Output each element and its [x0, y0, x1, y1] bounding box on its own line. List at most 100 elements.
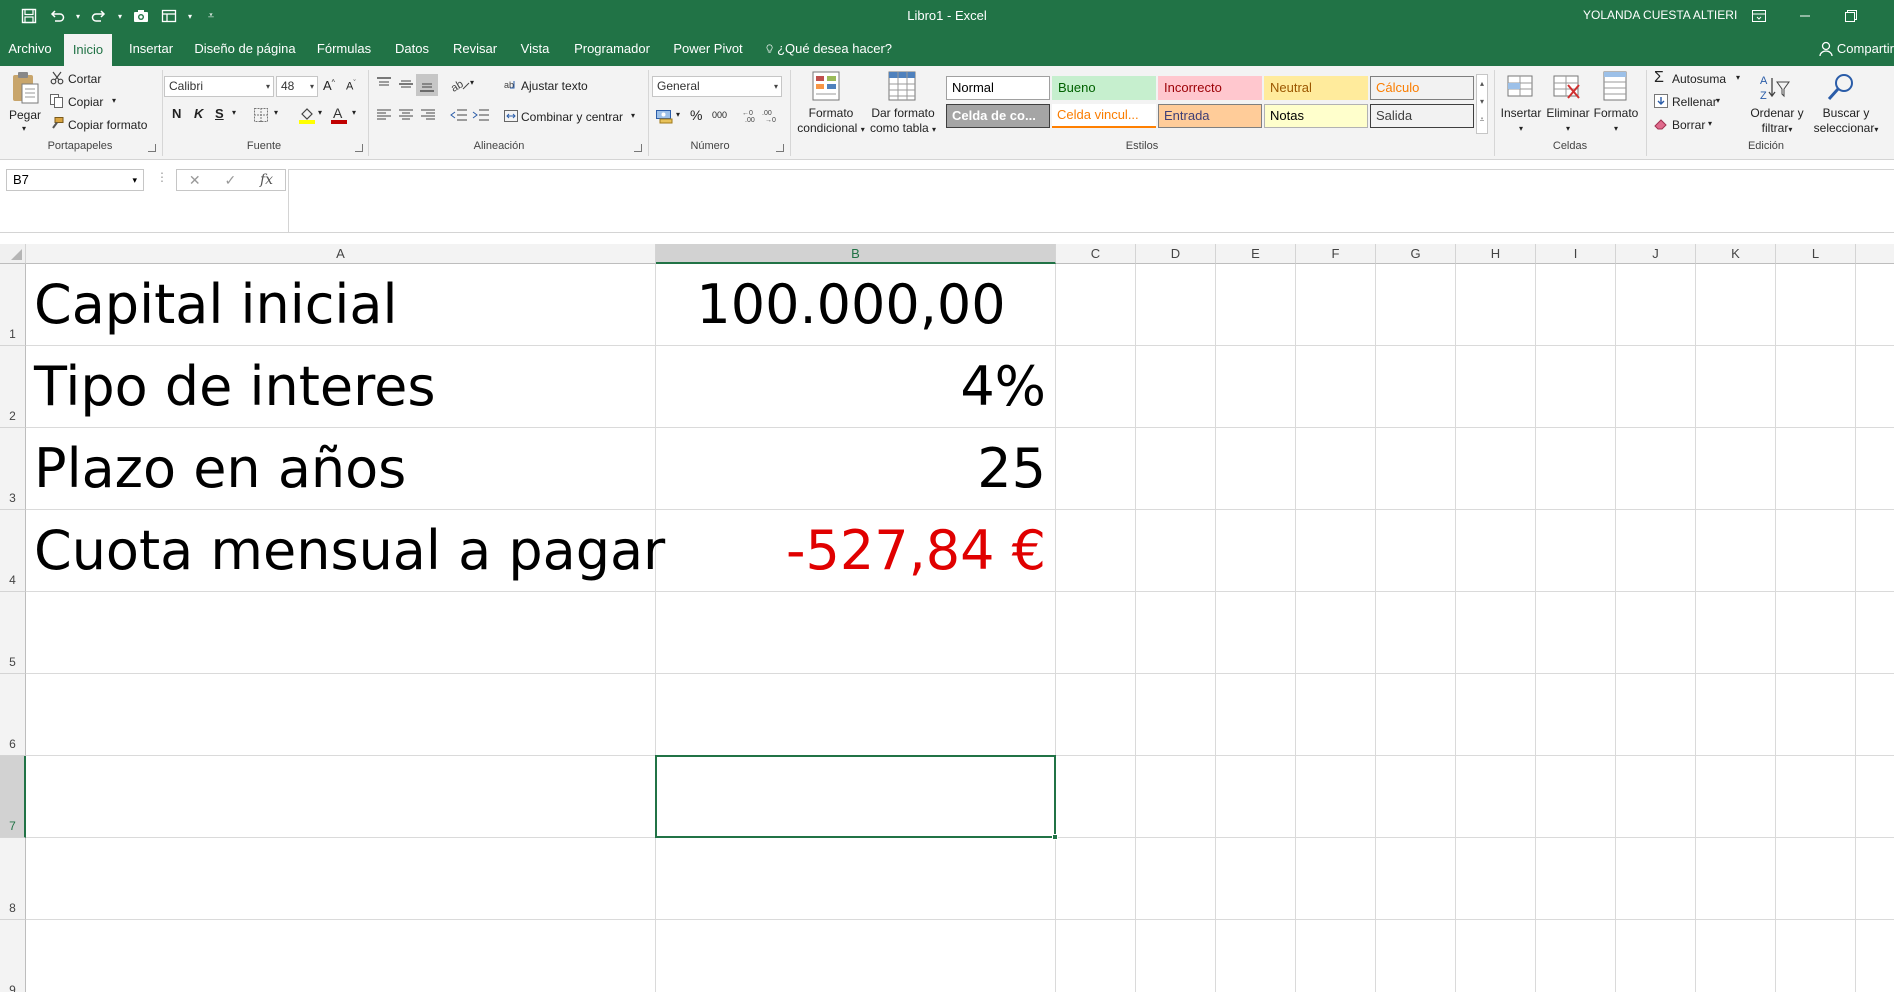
row-header-5[interactable]: 5	[0, 592, 26, 674]
redo-icon[interactable]	[88, 5, 110, 27]
wrap-text-button[interactable]: Ajustar texto	[521, 79, 588, 93]
column-header-c[interactable]: C	[1056, 244, 1136, 264]
conditional-format-icon[interactable]	[812, 71, 842, 106]
style-celda-comprobacion[interactable]: Celda de co...	[946, 104, 1050, 128]
bold-button[interactable]: N	[172, 106, 181, 121]
decrease-decimal-icon[interactable]: .00 →0	[762, 107, 780, 126]
camera-icon[interactable]	[130, 5, 152, 27]
column-header-b[interactable]: B	[656, 244, 1056, 264]
paste-icon[interactable]	[10, 70, 40, 109]
sort-filter-icon[interactable]: AZ	[1758, 72, 1790, 107]
fill-handle[interactable]	[1052, 834, 1058, 840]
undo-icon[interactable]	[46, 5, 68, 27]
clear-button[interactable]: Borrar	[1672, 118, 1705, 132]
restore-icon[interactable]	[1828, 0, 1874, 32]
user-name[interactable]: YOLANDA CUESTA ALTIERI	[1583, 8, 1737, 22]
style-calculo[interactable]: Cálculo	[1370, 76, 1474, 100]
align-center-icon[interactable]	[398, 108, 414, 125]
column-header-a[interactable]: A	[26, 244, 656, 264]
find-icon[interactable]	[1826, 72, 1856, 107]
format-cells-button[interactable]: Formato ▾	[1592, 106, 1640, 136]
align-middle-icon[interactable]	[398, 76, 414, 95]
insert-function-icon[interactable]: fx	[260, 172, 273, 188]
cell-b4[interactable]: -527,84 €	[656, 510, 1046, 592]
column-header-partial[interactable]	[1856, 244, 1894, 264]
name-box[interactable]: B7 ▾	[6, 169, 144, 191]
borders-icon[interactable]	[254, 108, 268, 125]
tell-me-box[interactable]: ¿Qué desea hacer?	[766, 32, 892, 66]
column-header-h[interactable]: H	[1456, 244, 1536, 264]
formula-bar-grip[interactable]: ⋮	[156, 170, 168, 184]
column-header-g[interactable]: G	[1376, 244, 1456, 264]
scroll-up-icon[interactable]: ▴	[1477, 75, 1487, 93]
cell-a1[interactable]: Capital inicial	[34, 264, 398, 346]
column-header-e[interactable]: E	[1216, 244, 1296, 264]
currency-dropdown-icon[interactable]: ▾	[676, 110, 680, 119]
increase-indent-icon[interactable]	[472, 108, 490, 125]
column-header-j[interactable]: J	[1616, 244, 1696, 264]
tab-formulas[interactable]: Fórmulas	[312, 32, 376, 66]
percent-button[interactable]: %	[690, 107, 702, 123]
tab-inicio[interactable]: Inicio	[64, 34, 112, 66]
tab-vista[interactable]: Vista	[514, 32, 556, 66]
redo-dropdown-icon[interactable]: ▾	[116, 5, 124, 27]
minimize-icon[interactable]	[1782, 0, 1828, 32]
selected-cell-outline[interactable]	[655, 755, 1056, 838]
column-header-k[interactable]: K	[1696, 244, 1776, 264]
font-launcher-icon[interactable]	[355, 144, 363, 152]
merge-dropdown-icon[interactable]: ▾	[631, 111, 635, 120]
style-celda-vinculada[interactable]: Celda vincul...	[1052, 104, 1156, 128]
number-launcher-icon[interactable]	[776, 144, 784, 152]
style-notas[interactable]: Notas	[1264, 104, 1368, 128]
row-header-7[interactable]: 7	[0, 756, 26, 838]
clear-dropdown-icon[interactable]: ▾	[1708, 119, 1712, 128]
tab-diseno-pagina[interactable]: Diseño de página	[192, 32, 298, 66]
cell-a4[interactable]: Cuota mensual a pagar	[34, 510, 665, 592]
row-header-8[interactable]: 8	[0, 838, 26, 920]
tab-power-pivot[interactable]: Power Pivot	[668, 32, 748, 66]
insert-cells-icon[interactable]	[1506, 72, 1536, 105]
borders-dropdown-icon[interactable]: ▾	[274, 108, 278, 117]
decrease-indent-icon[interactable]	[450, 108, 468, 125]
cell-a3[interactable]: Plazo en años	[34, 428, 406, 510]
paste-label[interactable]: Pegar	[9, 108, 41, 122]
format-painter-button[interactable]: Copiar formato	[68, 118, 147, 132]
select-all-button[interactable]	[0, 244, 26, 264]
format-cells-icon[interactable]	[1602, 70, 1630, 105]
copy-dropdown-icon[interactable]: ▾	[112, 96, 116, 105]
copy-button[interactable]: Copiar	[68, 95, 103, 109]
font-color-dropdown-icon[interactable]: ▾	[352, 108, 356, 117]
style-salida[interactable]: Salida	[1370, 104, 1474, 128]
scroll-down-icon[interactable]: ▾	[1477, 93, 1487, 111]
gallery-more-icon[interactable]: ⩡	[1477, 111, 1487, 129]
row-header-6[interactable]: 6	[0, 674, 26, 756]
align-right-icon[interactable]	[420, 108, 436, 125]
column-header-d[interactable]: D	[1136, 244, 1216, 264]
number-format-combo[interactable]: General ▾	[652, 76, 782, 97]
fill-color-icon[interactable]	[298, 106, 316, 127]
alignment-launcher-icon[interactable]	[634, 144, 642, 152]
style-bueno[interactable]: Bueno	[1052, 76, 1156, 100]
thousands-button[interactable]: 000	[712, 110, 727, 120]
delete-cells-button[interactable]: Eliminar ▾	[1544, 106, 1592, 136]
increase-decimal-icon[interactable]: ←0.00	[742, 107, 760, 126]
undo-dropdown-icon[interactable]: ▾	[74, 5, 82, 27]
orientation-dropdown-icon[interactable]: ▾	[470, 78, 474, 87]
row-header-2[interactable]: 2	[0, 346, 26, 428]
style-entrada[interactable]: Entrada	[1158, 104, 1262, 128]
paste-dropdown-icon[interactable]: ▾	[22, 124, 26, 133]
enter-icon[interactable]: ✓	[224, 172, 236, 189]
column-header-i[interactable]: I	[1536, 244, 1616, 264]
cut-button[interactable]: Cortar	[68, 72, 101, 86]
tab-datos[interactable]: Datos	[390, 32, 434, 66]
autosum-dropdown-icon[interactable]: ▾	[1736, 73, 1740, 82]
tab-archivo[interactable]: Archivo	[4, 32, 56, 66]
cancel-icon[interactable]: ✕	[189, 172, 201, 189]
currency-icon[interactable]	[656, 108, 674, 127]
fill-color-dropdown-icon[interactable]: ▾	[318, 108, 322, 117]
font-size-combo[interactable]: 48 ▾	[276, 76, 318, 97]
cell-b1[interactable]: 100.000,00	[656, 264, 1046, 346]
font-color-icon[interactable]: A	[330, 105, 348, 127]
ribbon-display-icon[interactable]	[1736, 0, 1782, 32]
cell-a2[interactable]: Tipo de interes	[34, 346, 435, 428]
